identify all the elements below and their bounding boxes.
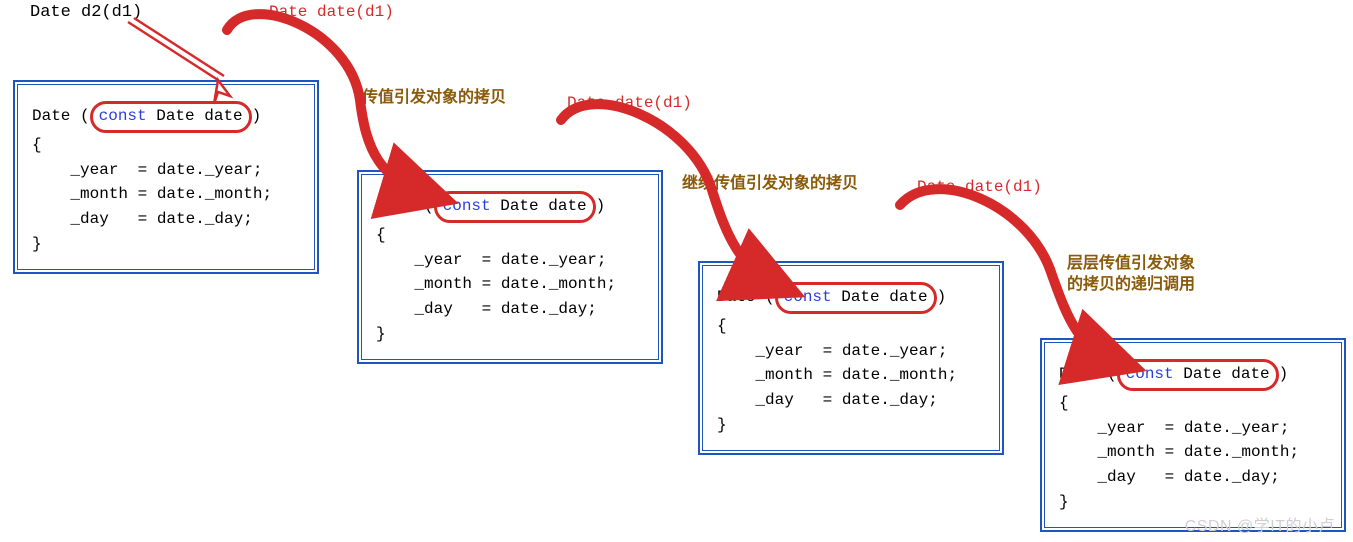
code-box-1: Date (const Date date) { _year = date._y…: [13, 80, 319, 274]
sig-rest: Date date: [491, 197, 587, 215]
kw-const: const: [443, 197, 491, 215]
caption-1: 传值引发对象的拷贝: [362, 83, 506, 107]
kw-const: const: [784, 288, 832, 306]
code-body: { _year = date._year; _month = date._mon…: [32, 136, 272, 253]
label-date-1: Date date(d1): [269, 3, 394, 21]
code-body: { _year = date._year; _month = date._mon…: [376, 226, 616, 343]
sig-post: ): [596, 197, 606, 215]
code-box-2: Date (const Date date) { _year = date._y…: [357, 170, 663, 364]
param-highlight-2: const Date date: [434, 191, 596, 223]
kw-const: const: [99, 107, 147, 125]
sig-rest: Date date: [147, 107, 243, 125]
sig-pre: Date (: [717, 288, 775, 306]
caption-2: 继续传值引发对象的拷贝: [682, 169, 858, 193]
kw-const: const: [1126, 365, 1174, 383]
param-highlight-3: const Date date: [775, 282, 937, 314]
sig-post: ): [252, 107, 262, 125]
param-highlight-4: const Date date: [1117, 359, 1279, 391]
code-box-3: Date (const Date date) { _year = date._y…: [698, 261, 1004, 455]
sig-rest: Date date: [832, 288, 928, 306]
code-box-2-inner: Date (const Date date) { _year = date._y…: [361, 174, 659, 360]
label-date-2: Date date(d1): [567, 94, 692, 112]
code-box-4-inner: Date (const Date date) { _year = date._y…: [1044, 342, 1342, 528]
code-body: { _year = date._year; _month = date._mon…: [717, 317, 957, 434]
sig-pre: Date (: [32, 107, 90, 125]
label-date-3: Date date(d1): [917, 178, 1042, 196]
code-box-3-inner: Date (const Date date) { _year = date._y…: [702, 265, 1000, 451]
sig-post: ): [937, 288, 947, 306]
caption-3: 层层传值引发对象 的拷贝的递归调用: [1067, 254, 1195, 296]
sig-pre: Date (: [1059, 365, 1117, 383]
code-box-1-inner: Date (const Date date) { _year = date._y…: [17, 84, 315, 270]
sig-post: ): [1279, 365, 1289, 383]
sig-rest: Date date: [1174, 365, 1270, 383]
code-box-4: Date (const Date date) { _year = date._y…: [1040, 338, 1346, 532]
code-body: { _year = date._year; _month = date._mon…: [1059, 394, 1299, 511]
param-highlight-1: const Date date: [90, 101, 252, 133]
sig-pre: Date (: [376, 197, 434, 215]
top-code: Date d2(d1): [30, 3, 142, 22]
